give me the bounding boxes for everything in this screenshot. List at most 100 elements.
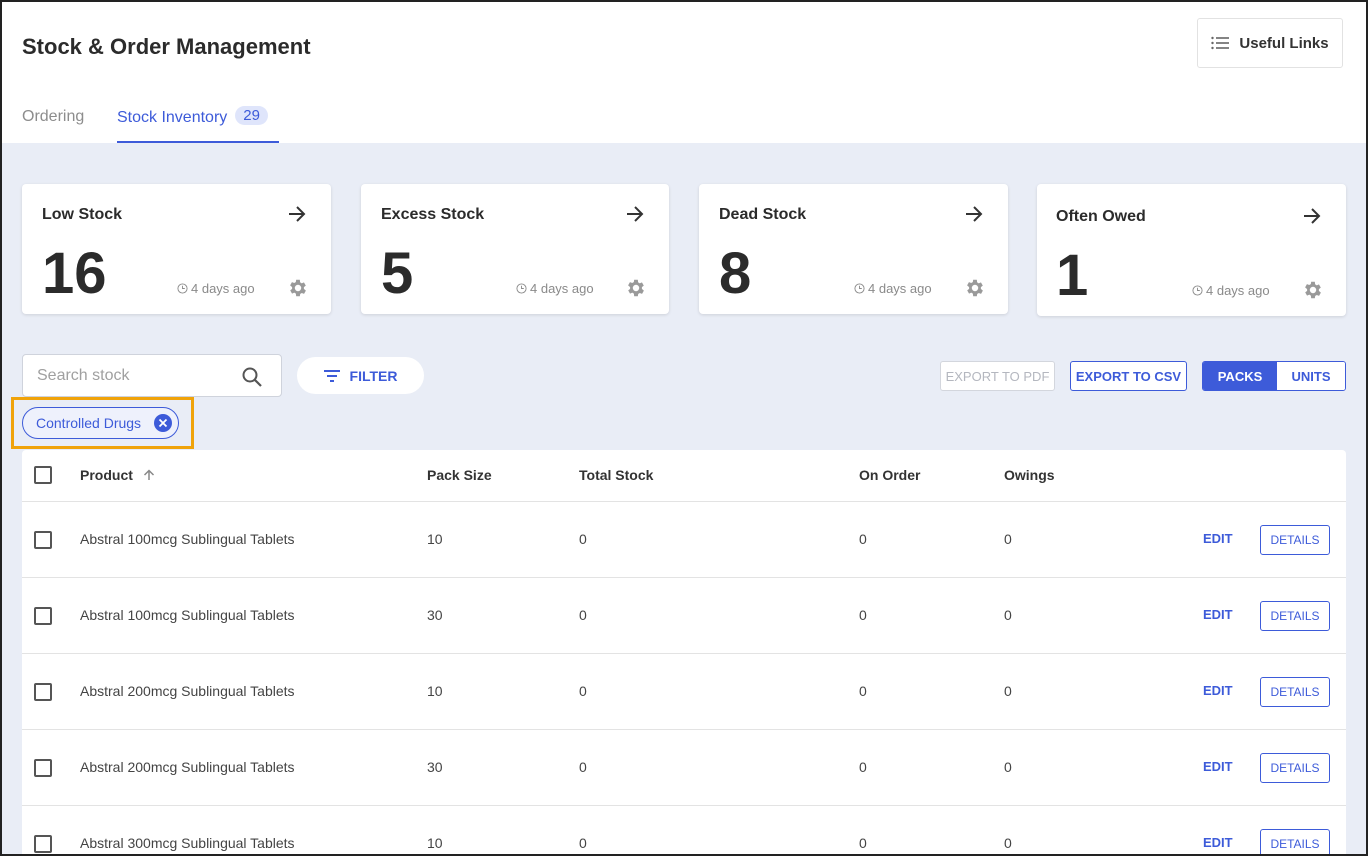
card-excess-stock: Excess Stock 5 4 days ago — [361, 184, 669, 314]
packs-toggle[interactable]: PACKS — [1203, 362, 1277, 390]
cell-product: Abstral 300mcg Sublingual Tablets — [80, 835, 295, 851]
column-header-on-order[interactable]: On Order — [859, 467, 920, 483]
table-row: Abstral 100mcg Sublingual Tablets 10 0 0… — [22, 502, 1346, 578]
details-button[interactable]: DETAILS — [1260, 753, 1330, 783]
cell-total-stock: 0 — [579, 531, 587, 547]
clock-icon — [1192, 285, 1203, 296]
edit-link[interactable]: EDIT — [1203, 607, 1233, 622]
table-row: Abstral 200mcg Sublingual Tablets 10 0 0… — [22, 654, 1346, 730]
tab-stock-inventory[interactable]: Stock Inventory 29 — [117, 106, 279, 143]
column-header-product[interactable]: Product — [80, 467, 155, 483]
units-toggle[interactable]: UNITS — [1277, 362, 1345, 390]
cell-pack-size: 30 — [427, 759, 443, 775]
gear-icon[interactable] — [625, 277, 647, 299]
search-icon[interactable] — [241, 366, 263, 388]
column-header-total-stock[interactable]: Total Stock — [579, 467, 653, 483]
cell-on-order: 0 — [859, 835, 867, 851]
clock-icon — [854, 283, 865, 294]
useful-links-label: Useful Links — [1239, 34, 1329, 52]
card-dead-stock: Dead Stock 8 4 days ago — [699, 184, 1008, 314]
cell-owings: 0 — [1004, 683, 1012, 699]
cell-on-order: 0 — [859, 759, 867, 775]
export-csv-button[interactable]: EXPORT TO CSV — [1070, 361, 1187, 391]
cell-owings: 0 — [1004, 531, 1012, 547]
packs-units-toggle: PACKS UNITS — [1202, 361, 1346, 391]
close-icon[interactable] — [154, 414, 172, 432]
cell-product: Abstral 100mcg Sublingual Tablets — [80, 531, 295, 547]
card-timestamp: 4 days ago — [1192, 283, 1270, 298]
row-checkbox[interactable] — [34, 531, 52, 549]
cell-total-stock: 0 — [579, 607, 587, 623]
edit-link[interactable]: EDIT — [1203, 835, 1233, 850]
card-timestamp: 4 days ago — [516, 281, 594, 296]
row-checkbox[interactable] — [34, 759, 52, 777]
card-value: 16 — [42, 241, 107, 306]
gear-icon[interactable] — [964, 277, 986, 299]
cell-owings: 0 — [1004, 835, 1012, 851]
filter-chip-controlled-drugs[interactable]: Controlled Drugs — [22, 407, 179, 439]
edit-link[interactable]: EDIT — [1203, 531, 1233, 546]
cell-pack-size: 10 — [427, 683, 443, 699]
filter-label: FILTER — [349, 367, 398, 384]
edit-link[interactable]: EDIT — [1203, 759, 1233, 774]
cell-pack-size: 10 — [427, 531, 443, 547]
details-button[interactable]: DETAILS — [1260, 525, 1330, 555]
arrow-right-icon[interactable] — [1302, 206, 1322, 226]
export-pdf-button[interactable]: EXPORT TO PDF — [940, 361, 1055, 391]
card-value: 1 — [1056, 243, 1089, 308]
card-low-stock: Low Stock 16 4 days ago — [22, 184, 331, 314]
details-button[interactable]: DETAILS — [1260, 829, 1330, 856]
filter-button[interactable]: FILTER — [297, 357, 424, 394]
cell-on-order: 0 — [859, 531, 867, 547]
card-value: 5 — [381, 241, 414, 306]
details-button[interactable]: DETAILS — [1260, 677, 1330, 707]
card-timestamp: 4 days ago — [177, 281, 255, 296]
row-checkbox[interactable] — [34, 607, 52, 625]
sort-ascending-icon[interactable] — [143, 469, 155, 481]
search-input[interactable] — [37, 365, 237, 387]
cell-total-stock: 0 — [579, 683, 587, 699]
search-box — [22, 354, 282, 397]
stock-count-badge: 29 — [235, 106, 268, 125]
cell-product: Abstral 200mcg Sublingual Tablets — [80, 683, 295, 699]
arrow-right-icon[interactable] — [287, 204, 307, 224]
page-header: Stock & Order Management Useful Links Or… — [0, 0, 1368, 143]
list-icon — [1211, 36, 1230, 50]
row-checkbox[interactable] — [34, 835, 52, 853]
card-time-label: 4 days ago — [530, 281, 594, 296]
arrow-right-icon[interactable] — [625, 204, 645, 224]
card-title: Excess Stock — [381, 206, 485, 223]
cell-total-stock: 0 — [579, 835, 587, 851]
tab-stock-inventory-label: Stock Inventory — [117, 109, 228, 126]
column-header-product-label: Product — [80, 467, 133, 483]
table-header: Product Pack Size Total Stock On Order O… — [22, 450, 1346, 502]
row-checkbox[interactable] — [34, 683, 52, 701]
filter-chip-label: Controlled Drugs — [36, 415, 142, 431]
card-title: Dead Stock — [719, 206, 807, 223]
tab-ordering[interactable]: Ordering — [22, 108, 84, 143]
page-title: Stock & Order Management — [22, 34, 311, 59]
cell-product: Abstral 100mcg Sublingual Tablets — [80, 607, 295, 623]
card-often-owed: Often Owed 1 4 days ago — [1037, 184, 1346, 316]
card-timestamp: 4 days ago — [854, 281, 932, 296]
cell-pack-size: 10 — [427, 835, 443, 851]
cell-owings: 0 — [1004, 607, 1012, 623]
gear-icon[interactable] — [287, 277, 309, 299]
card-value: 8 — [719, 241, 752, 306]
cell-product: Abstral 200mcg Sublingual Tablets — [80, 759, 295, 775]
clock-icon — [177, 283, 188, 294]
arrow-right-icon[interactable] — [964, 204, 984, 224]
tab-ordering-label: Ordering — [22, 108, 85, 125]
card-title: Often Owed — [1056, 208, 1146, 225]
table-row: Abstral 300mcg Sublingual Tablets 10 0 0… — [22, 806, 1346, 856]
column-header-owings[interactable]: Owings — [1004, 467, 1055, 483]
cell-pack-size: 30 — [427, 607, 443, 623]
useful-links-button[interactable]: Useful Links — [1197, 18, 1343, 68]
cell-on-order: 0 — [859, 607, 867, 623]
edit-link[interactable]: EDIT — [1203, 683, 1233, 698]
gear-icon[interactable] — [1302, 279, 1324, 301]
column-header-pack-size[interactable]: Pack Size — [427, 467, 492, 483]
table-row: Abstral 100mcg Sublingual Tablets 30 0 0… — [22, 578, 1346, 654]
details-button[interactable]: DETAILS — [1260, 601, 1330, 631]
select-all-checkbox[interactable] — [34, 466, 52, 484]
